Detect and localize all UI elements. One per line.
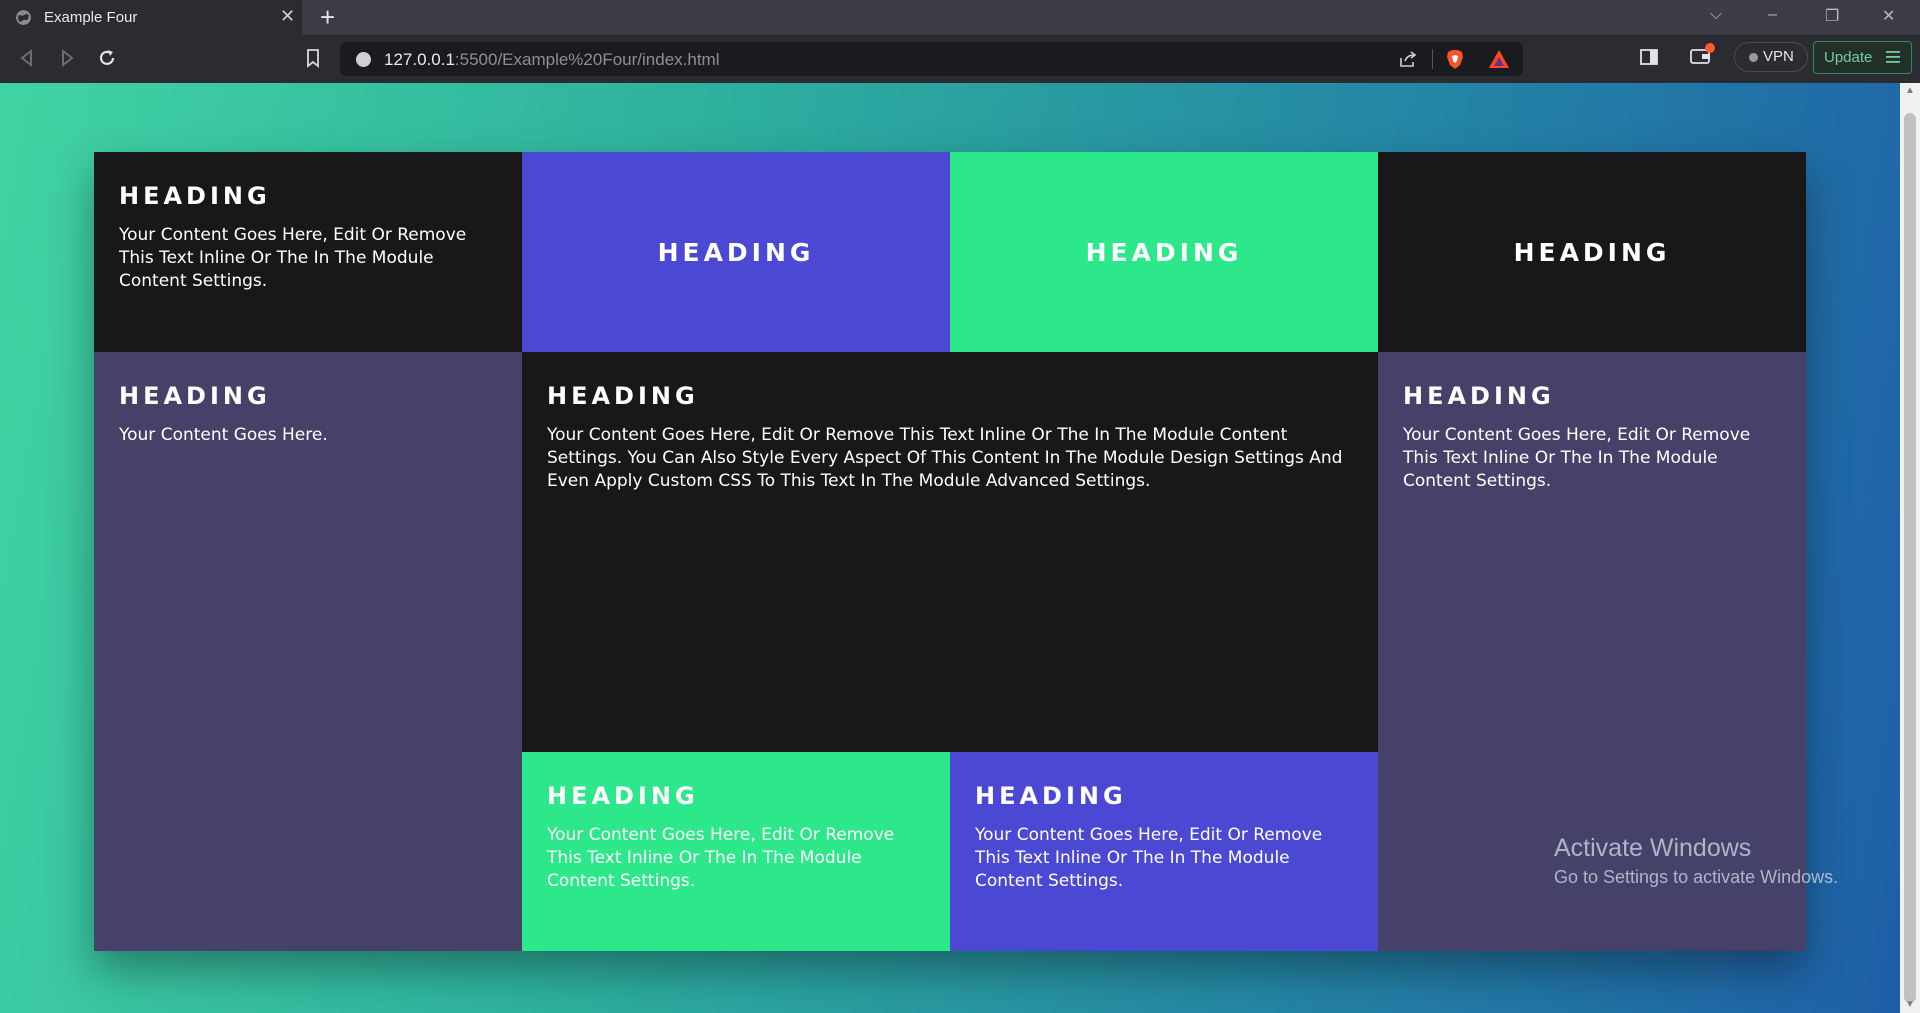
cell-text: Your Content Goes Here, Edit Or Remove T… (547, 825, 895, 891)
tab-search-chevron-icon[interactable]: ⌵ (1710, 6, 1722, 24)
cell-heading: HEADING (119, 182, 271, 210)
cell-top-left: HEADING Your Content Goes Here, Edit Or … (94, 152, 522, 352)
site-info-icon[interactable] (356, 52, 371, 67)
address-bar[interactable]: 127.0.0.1:5500/Example%20Four/index.html (340, 42, 1523, 76)
cell-top-right: HEADING (1378, 152, 1806, 352)
cell-text: Your Content Goes Here, Edit Or Remove T… (119, 225, 467, 291)
cell-heading: HEADING (547, 382, 699, 410)
close-tab-icon[interactable]: ✕ (280, 6, 295, 27)
cell-text: Your Content Goes Here. (119, 425, 328, 445)
scroll-down-icon[interactable]: ▼ (1905, 999, 1915, 1010)
cell-text: Your Content Goes Here, Edit Or Remove T… (975, 825, 1323, 891)
content-grid: HEADING Your Content Goes Here, Edit Or … (94, 152, 1806, 951)
restore-icon[interactable]: ❐ (1825, 6, 1839, 26)
watermark-subtitle: Go to Settings to activate Windows. (1554, 867, 1839, 887)
cell-text: Your Content Goes Here, Edit Or Remove T… (1403, 425, 1751, 491)
brave-shields-icon[interactable] (1444, 48, 1466, 70)
update-label: Update (1824, 49, 1873, 66)
vpn-label: VPN (1763, 48, 1794, 65)
cell-top-green: HEADING (950, 152, 1378, 352)
share-icon[interactable] (1398, 50, 1418, 68)
cell-bottom-green: HEADING Your Content Goes Here, Edit Or … (522, 752, 950, 951)
cell-left-purple: HEADING Your Content Goes Here. (94, 352, 522, 951)
close-window-icon[interactable]: ✕ (1882, 6, 1895, 26)
sidebar-icon[interactable] (1640, 49, 1658, 65)
scroll-up-icon[interactable]: ▲ (1905, 85, 1915, 96)
url-text[interactable]: 127.0.0.1:5500/Example%20Four/index.html (384, 50, 720, 70)
tab-strip: Example Four ✕ + ⌵ – ❐ ✕ (0, 0, 1920, 35)
cell-bottom-blue: HEADING Your Content Goes Here, Edit Or … (950, 752, 1378, 951)
cell-heading: HEADING (119, 382, 271, 410)
cell-top-blue: HEADING (522, 152, 950, 352)
cell-heading: HEADING (1513, 237, 1671, 267)
cell-heading: HEADING (975, 782, 1127, 810)
bookmark-icon[interactable] (300, 45, 326, 71)
vpn-status-icon (1749, 53, 1758, 62)
windows-activation-watermark: Activate Windows Go to Settings to activ… (1554, 834, 1838, 888)
reload-icon[interactable] (94, 45, 120, 71)
new-tab-button[interactable]: + (320, 3, 335, 31)
vpn-button[interactable]: VPN (1734, 42, 1808, 72)
cell-heading: HEADING (547, 782, 699, 810)
cell-heading: HEADING (1085, 237, 1243, 267)
globe-icon (16, 10, 31, 25)
cell-text: Your Content Goes Here, Edit Or Remove T… (547, 425, 1343, 491)
brave-rewards-icon[interactable] (1488, 49, 1510, 69)
update-button[interactable]: Update (1813, 41, 1912, 74)
forward-icon[interactable] (54, 45, 80, 71)
back-icon[interactable] (14, 45, 40, 71)
page-scrollbar[interactable]: ▲ ▼ (1900, 83, 1920, 1013)
hamburger-menu-icon (1886, 51, 1900, 63)
address-bar-divider (1432, 49, 1433, 69)
scrollbar-thumb[interactable] (1904, 113, 1916, 1003)
minimize-icon[interactable]: – (1768, 6, 1777, 24)
watermark-title: Activate Windows (1554, 834, 1752, 862)
tab-title: Example Four (44, 9, 138, 26)
cell-heading: HEADING (1403, 382, 1555, 410)
cell-center-dark: HEADING Your Content Goes Here, Edit Or … (522, 352, 1378, 752)
cell-heading: HEADING (657, 237, 815, 267)
browser-toolbar: 127.0.0.1:5500/Example%20Four/index.html… (0, 35, 1920, 83)
tab-example-four[interactable]: Example Four ✕ (0, 0, 302, 35)
wallet-notification-badge (1705, 43, 1715, 53)
